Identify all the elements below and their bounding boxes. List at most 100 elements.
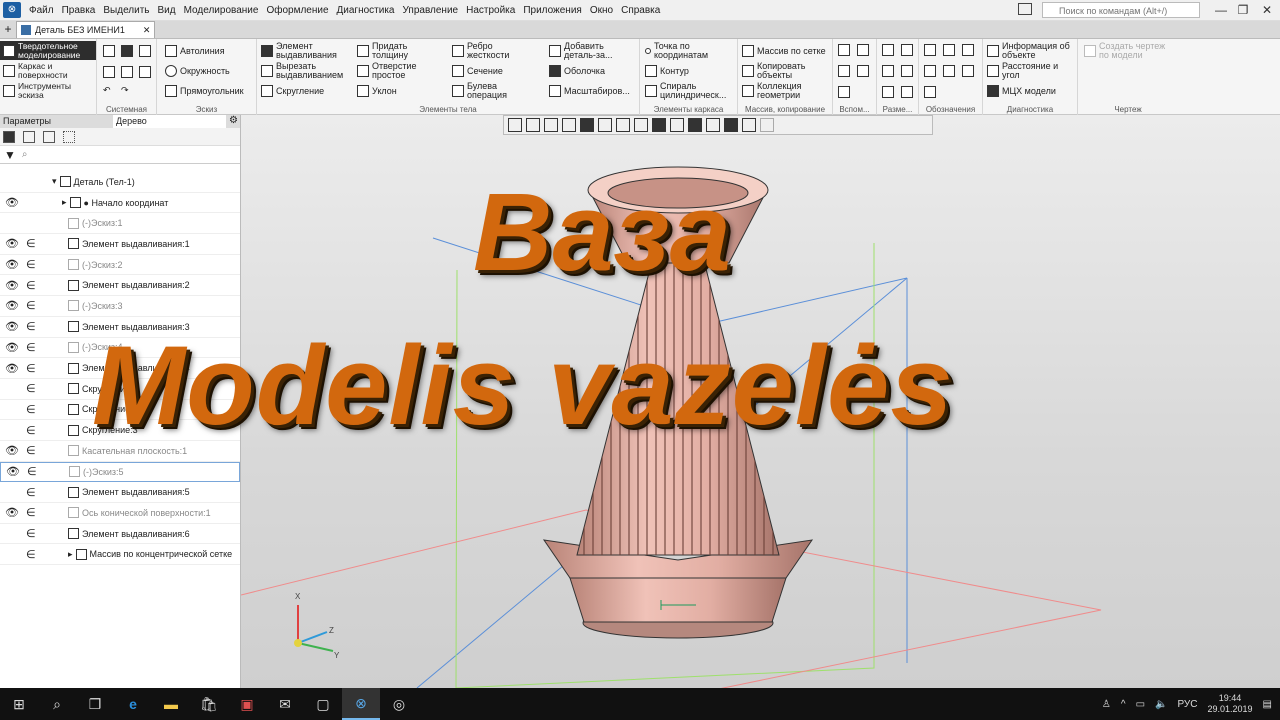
mode-wireframe[interactable]: Каркас и поверхности <box>0 61 96 80</box>
annot-3-button[interactable] <box>962 44 974 56</box>
mass-props-button[interactable]: МЦХ модели <box>987 85 1056 97</box>
render-icon[interactable] <box>634 118 648 132</box>
create-drawing-button[interactable]: Создать чертеж по модели <box>1084 42 1174 60</box>
visibility-icon[interactable]: 👁 <box>5 279 19 292</box>
visibility-icon[interactable]: 👁 <box>5 258 19 271</box>
tree-structure-icon[interactable] <box>3 130 15 143</box>
command-search-input[interactable] <box>1042 2 1200 18</box>
copy-objects-button[interactable]: Копировать объекты <box>742 62 817 80</box>
hide-icon[interactable] <box>670 118 684 132</box>
document-tab[interactable]: Деталь БЕЗ ИМЕНИ1 ✕ <box>16 21 156 38</box>
tree-row[interactable]: ▾ Деталь (Тел-1) <box>0 172 240 193</box>
mode-solid[interactable]: Твердотельное моделирование <box>0 41 96 60</box>
tree-item[interactable]: (-)Эскиз:3 <box>68 300 123 312</box>
scale-button[interactable]: Масштабиров... <box>549 85 630 97</box>
language-indicator[interactable]: РУС <box>1177 699 1197 710</box>
menu-item[interactable]: Моделирование <box>180 5 263 16</box>
tree-view-icon[interactable] <box>43 130 55 143</box>
tree-item[interactable]: ▸ Массив по концентрической сетке <box>68 548 232 560</box>
geometry-collection-button[interactable]: Коллекция геометрии <box>742 82 817 100</box>
app-window-icon[interactable]: ▢ <box>304 688 342 720</box>
explorer-icon[interactable]: ▬ <box>152 688 190 720</box>
tree-item[interactable]: Ось конической поверхности:1 <box>68 507 211 519</box>
paste-button[interactable] <box>139 66 151 78</box>
point-by-coords-button[interactable]: Точка по координатам <box>645 42 729 60</box>
task-view-icon[interactable]: ❐ <box>76 688 114 720</box>
visibility-icon[interactable]: 👁 <box>5 196 19 209</box>
filter-view-icon[interactable] <box>724 118 738 132</box>
visibility-icon[interactable]: 👁 <box>5 506 19 519</box>
menu-item[interactable]: Настройка <box>462 5 519 16</box>
menu-item[interactable]: Управление <box>399 5 463 16</box>
minimize-button[interactable]: — <box>1210 1 1232 19</box>
tree-item[interactable]: (-)Эскиз:2 <box>68 259 123 271</box>
section-view-icon[interactable] <box>652 118 666 132</box>
network-icon[interactable]: ▭ <box>1136 699 1145 710</box>
distance-angle-button[interactable]: Расстояние и угол <box>987 62 1074 80</box>
menu-item[interactable]: Вид <box>154 5 180 16</box>
visibility-icon[interactable]: 👁 <box>5 362 19 375</box>
tree-row[interactable]: 👁 ▸ ● Начало координат <box>0 193 240 214</box>
filter-icon[interactable]: ▼ <box>4 148 16 162</box>
edge-icon[interactable]: e <box>114 688 152 720</box>
clock[interactable]: 19:44 29.01.2019 <box>1208 693 1253 715</box>
start-button[interactable]: ⊞ <box>0 688 38 720</box>
tree-row[interactable]: ∈ ▸ Массив по концентрической сетке <box>0 544 240 566</box>
search-icon[interactable]: ⌕ <box>38 688 76 720</box>
tree-item[interactable]: (-)Эскиз:5 <box>69 466 124 478</box>
browser-icon[interactable]: ◎ <box>380 688 418 720</box>
mode-sketch[interactable]: Инструменты эскиза <box>0 81 96 100</box>
menu-item[interactable]: Выделить <box>99 5 153 16</box>
aux-cs-button[interactable] <box>857 65 869 77</box>
visibility-icon[interactable]: 👁 <box>5 299 19 312</box>
tree-row[interactable]: 👁 ∈ (-)Эскиз:3 <box>0 296 240 317</box>
tab-parameters[interactable]: Параметры <box>0 115 113 128</box>
shell-button[interactable]: Оболочка <box>549 65 605 77</box>
add-part-button[interactable]: Добавить деталь-за... <box>549 42 634 60</box>
tray-arrow-icon[interactable]: ^ <box>1121 699 1126 710</box>
tree-select-icon[interactable] <box>63 130 75 143</box>
pan-icon[interactable] <box>562 118 576 132</box>
copy-button[interactable] <box>121 66 133 78</box>
circle-button[interactable]: Окружность <box>165 65 230 77</box>
visibility-icon[interactable]: 👁 <box>5 444 19 457</box>
expand-icon[interactable]: ▾ <box>52 176 57 187</box>
aux-plane-button[interactable] <box>838 44 850 56</box>
dim-linear-button[interactable] <box>882 44 894 56</box>
new-tab-button[interactable]: + <box>0 21 16 38</box>
rib-button[interactable]: Ребро жесткости <box>452 42 517 60</box>
app-logo-icon[interactable]: ⊗ <box>3 2 21 18</box>
people-icon[interactable]: ♙ <box>1102 699 1111 710</box>
tree-item[interactable]: (-)Эскиз:1 <box>68 217 123 229</box>
tree-item[interactable]: Элемент выдавливания:1 <box>68 238 190 250</box>
menu-item[interactable]: Файл <box>25 5 58 16</box>
tree-item[interactable]: ▸ ● Начало координат <box>62 197 168 209</box>
print-button[interactable] <box>103 66 115 78</box>
view-3d-icon[interactable] <box>598 118 612 132</box>
display-mode-icon[interactable] <box>616 118 630 132</box>
tree-row[interactable]: 👁 ∈ Ось конической поверхности:1 <box>0 503 240 524</box>
fullscreen-icon[interactable] <box>1018 3 1032 15</box>
orientation-icon[interactable] <box>580 118 594 132</box>
pencil-icon[interactable] <box>760 118 774 132</box>
view-sketch-icon[interactable] <box>526 118 540 132</box>
menu-item[interactable]: Оформление <box>262 5 332 16</box>
menu-item[interactable]: Диагностика <box>333 5 399 16</box>
visibility-icon[interactable]: 👁 <box>5 320 19 333</box>
extrude-button[interactable]: Элемент выдавливания <box>261 42 337 60</box>
zoom-icon[interactable] <box>544 118 558 132</box>
tree-row[interactable]: 👁 ∈ (-)Эскиз:5 <box>0 461 240 483</box>
mail-icon[interactable]: ✉ <box>266 688 304 720</box>
hole-button[interactable]: Отверстие простое <box>357 62 422 80</box>
menu-item[interactable]: Приложения <box>519 5 586 16</box>
tree-row[interactable]: (-)Эскиз:1 <box>0 213 240 235</box>
menu-item[interactable]: Правка <box>58 5 100 16</box>
tree-filter-input[interactable] <box>34 148 239 161</box>
annot-1-button[interactable] <box>924 44 936 56</box>
open-button[interactable] <box>121 45 133 57</box>
tab-tree[interactable]: Дерево <box>113 115 226 128</box>
helix-button[interactable]: Спираль цилиндрическ... <box>645 82 735 100</box>
gift-icon[interactable]: ▣ <box>228 688 266 720</box>
rectangle-button[interactable]: Прямоугольник <box>165 85 244 97</box>
expand-icon[interactable]: ▸ <box>68 549 73 560</box>
